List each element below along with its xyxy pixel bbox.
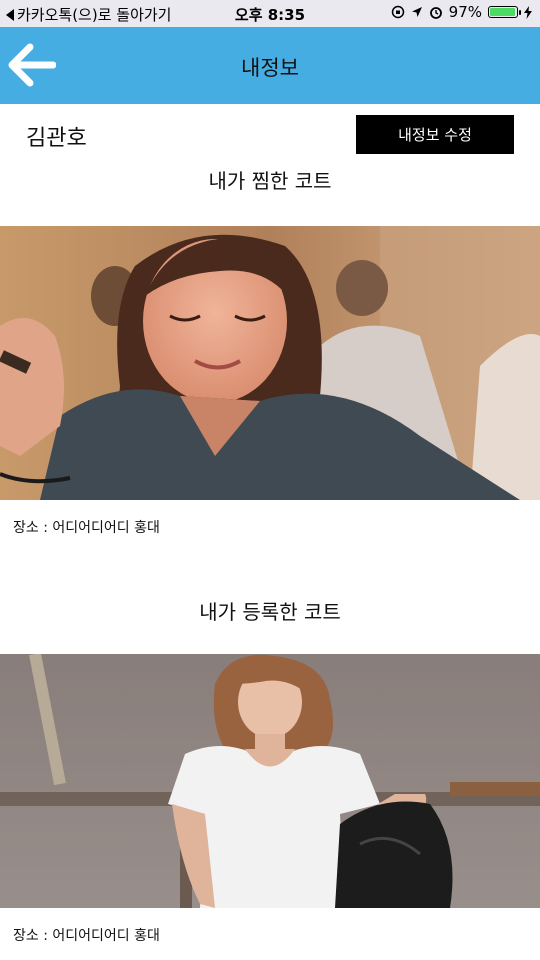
page-title: 내정보 — [241, 56, 299, 80]
user-name: 김관호 — [26, 126, 87, 151]
battery-percent: 97% — [448, 3, 482, 21]
registered-court-photo[interactable] — [0, 654, 540, 908]
liked-court-image — [0, 226, 540, 500]
liked-court-location: 장소 : 어디어디어디 홍대 — [13, 520, 160, 536]
registered-courts-title: 내가 등록한 코트 — [199, 600, 341, 624]
registered-court-location: 장소 : 어디어디어디 홍대 — [13, 928, 160, 944]
location-icon — [411, 7, 422, 17]
liked-courts-title: 내가 찜한 코트 — [208, 169, 332, 193]
status-bar: 카카오톡(으)로 돌아가기 오후 8:35 97% — [0, 0, 540, 27]
edit-profile-button[interactable]: 내정보 수정 — [356, 115, 514, 154]
status-right: 97% — [391, 3, 532, 21]
header-bar: 내정보 — [0, 27, 540, 104]
battery-icon — [488, 6, 521, 18]
alarm-icon — [429, 7, 442, 19]
registered-court-image — [0, 654, 540, 908]
charging-icon — [524, 5, 532, 19]
liked-court-photo[interactable] — [0, 226, 540, 500]
orientation-lock-icon — [391, 5, 404, 19]
